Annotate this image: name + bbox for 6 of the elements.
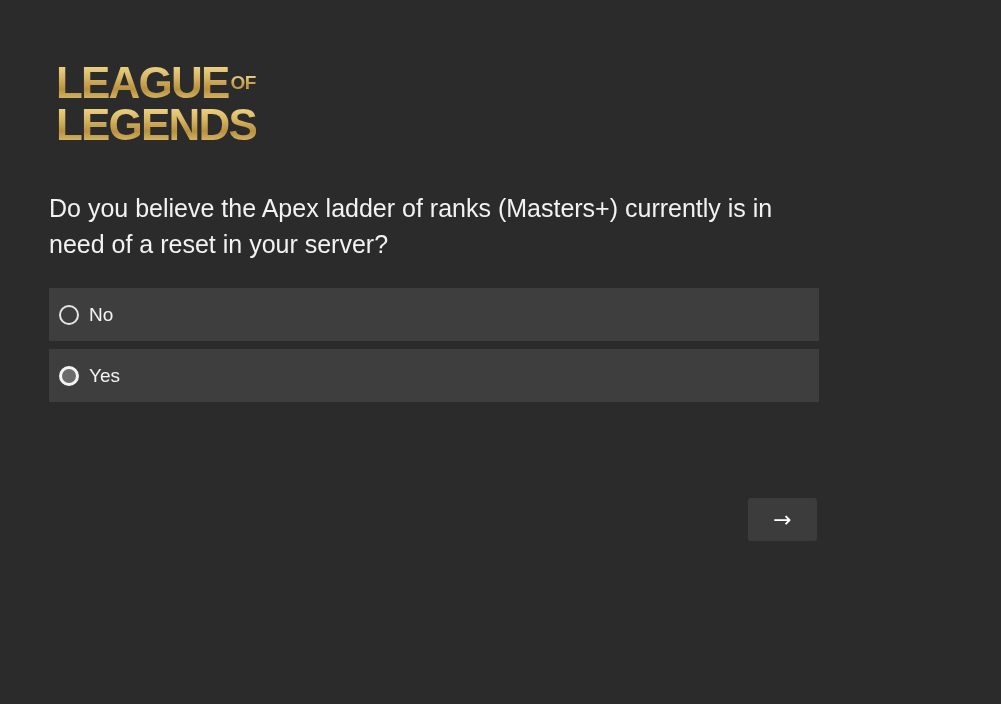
- next-button[interactable]: →: [748, 498, 817, 541]
- radio-button[interactable]: [59, 304, 79, 325]
- answer-option[interactable]: No: [49, 288, 819, 341]
- question-text: Do you believe the Apex ladder of ranks (Masters+) currently is in need of a reset in your server?: [49, 193, 774, 260]
- radio-button[interactable]: [59, 365, 79, 386]
- answer-option[interactable]: Yes: [49, 349, 819, 402]
